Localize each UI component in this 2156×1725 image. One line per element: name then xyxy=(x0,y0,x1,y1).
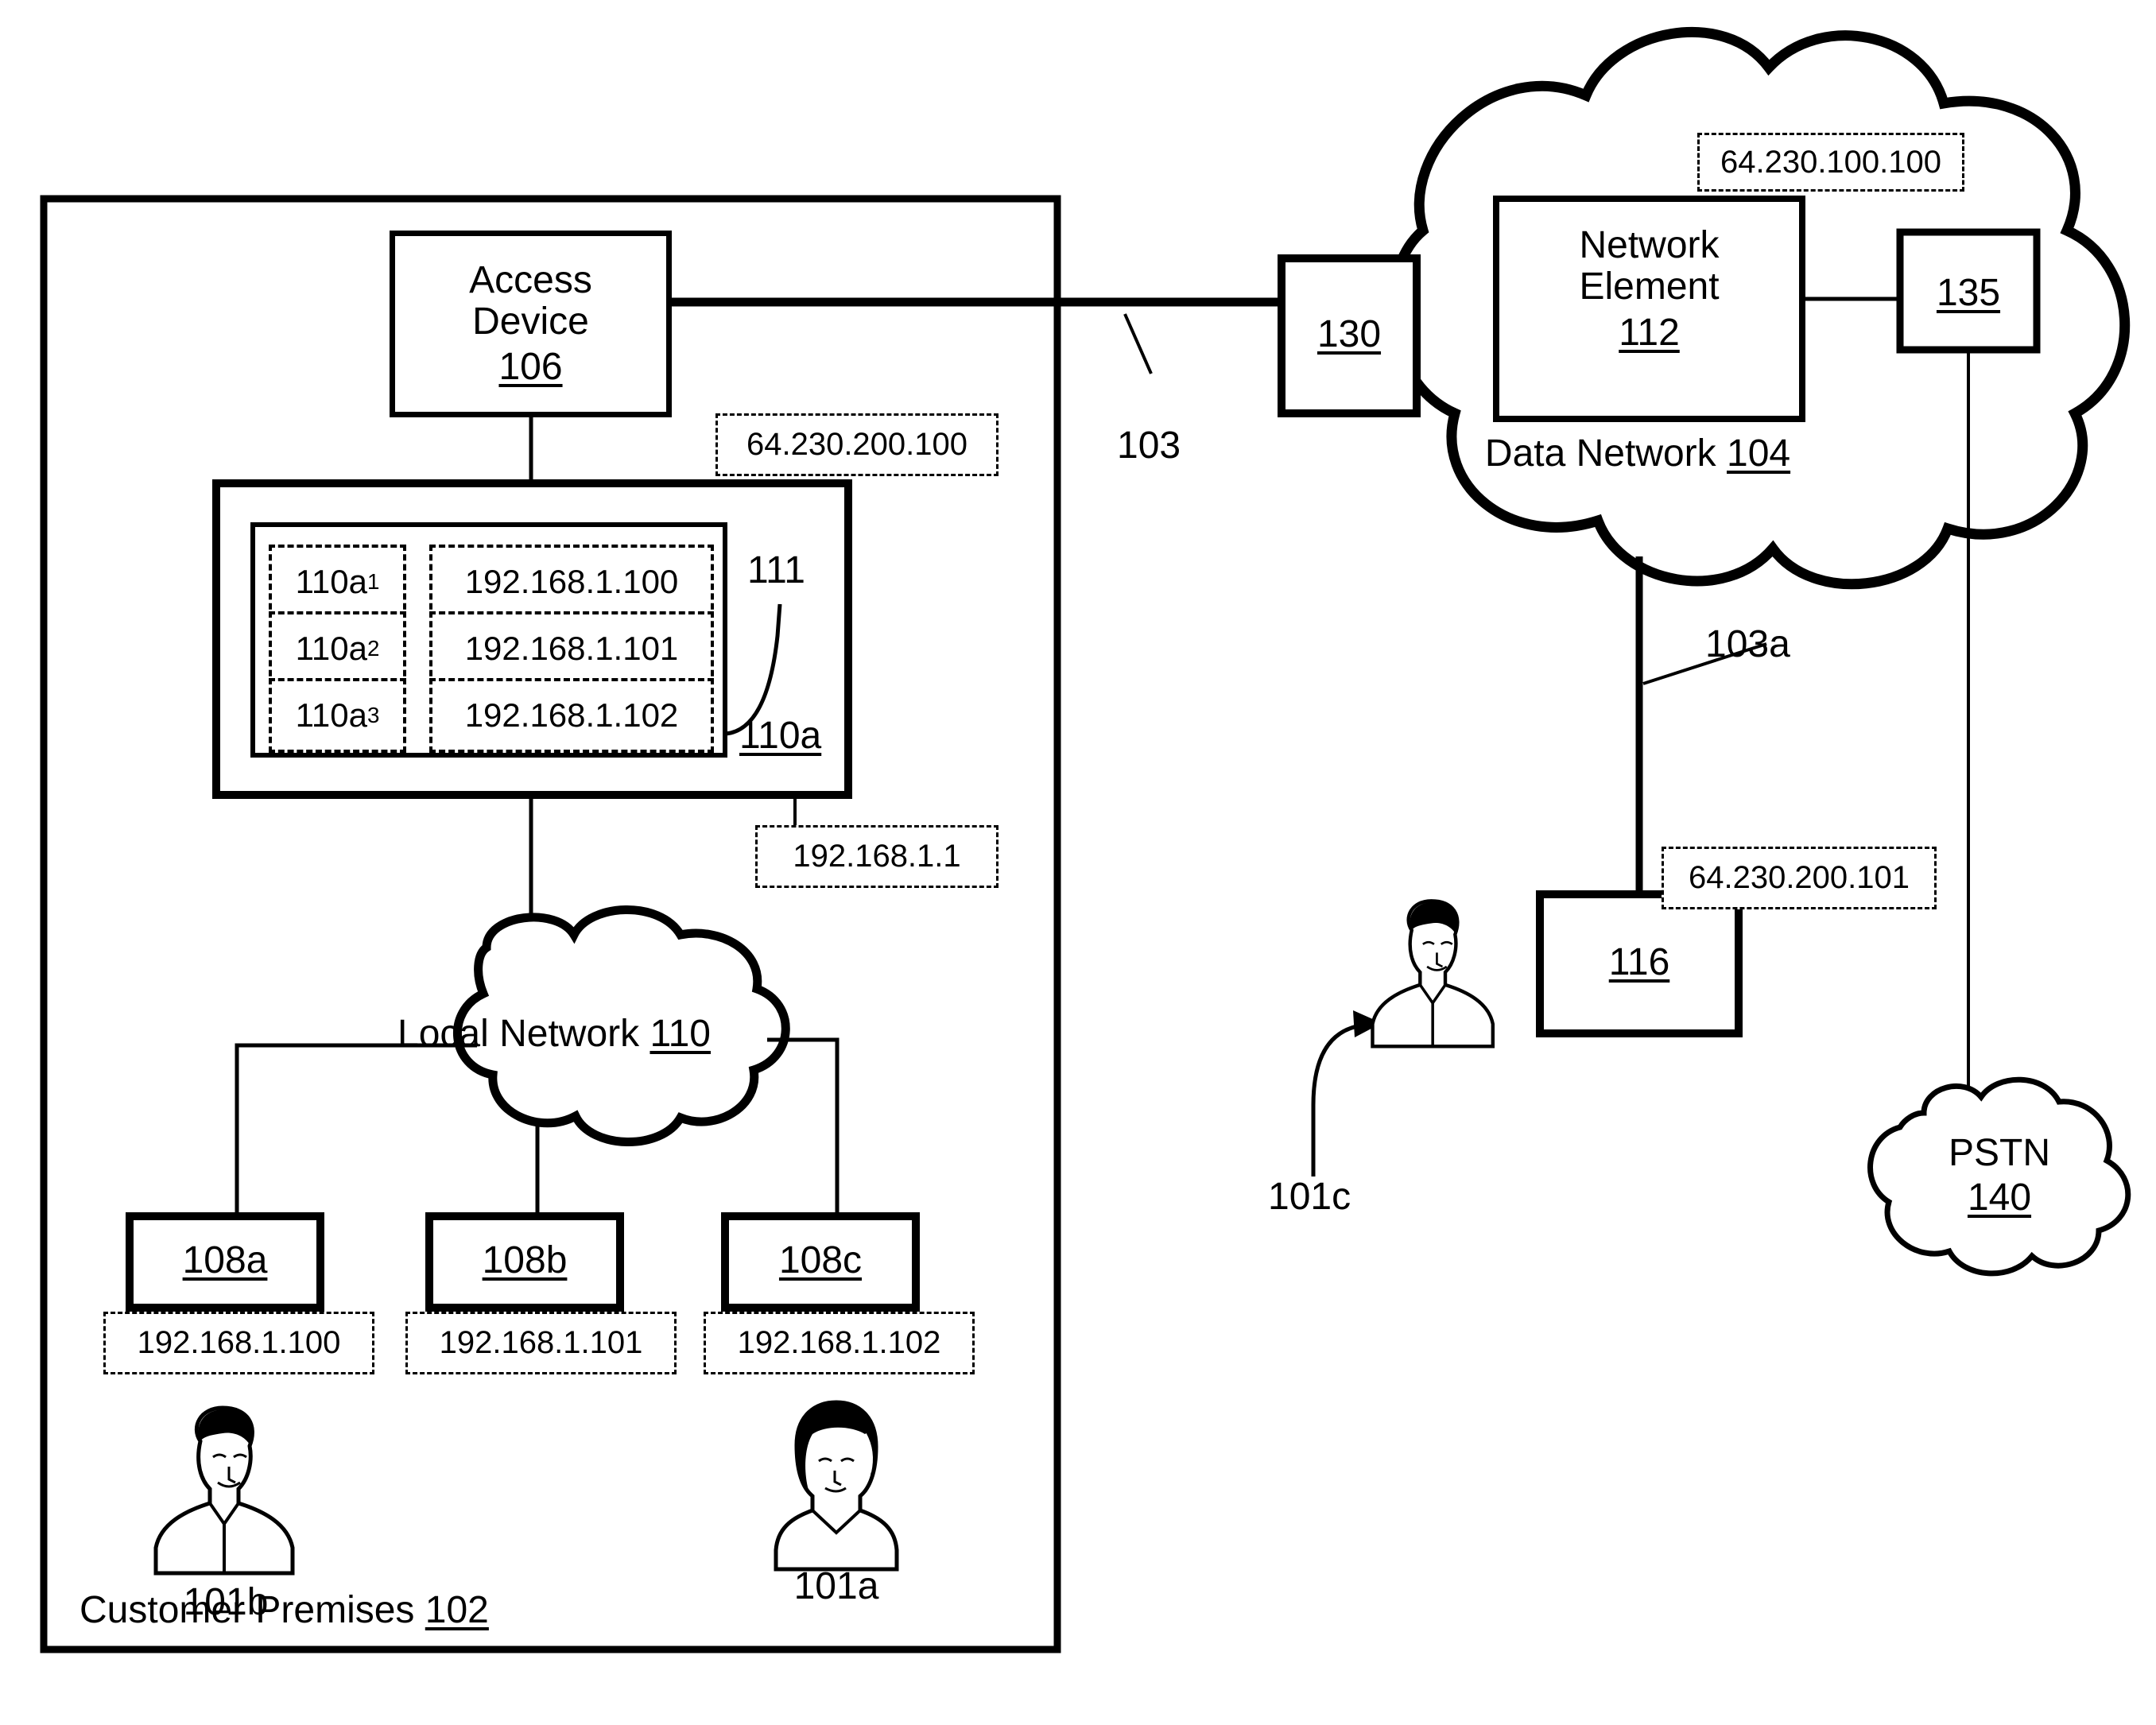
endpoint-108b-ip-callout: 192.168.1.101 xyxy=(405,1312,677,1374)
remote-device-116-ref: 116 xyxy=(1608,941,1670,983)
customer-premises-ref: 102 xyxy=(425,1589,489,1631)
data-network-ref: 104 xyxy=(1727,432,1791,475)
user-101b-avatar xyxy=(153,1405,295,1576)
table-row-2-name: 110a 2 xyxy=(269,611,406,686)
customer-premises-caption: Customer Premises 102 xyxy=(79,1590,489,1631)
endpoint-108c-ref: 108c xyxy=(778,1239,863,1281)
network-element-line2: Element xyxy=(1579,265,1720,308)
access-device-box[interactable]: Access Device 106 xyxy=(390,231,672,417)
pstn-ref: 140 xyxy=(1967,1176,2032,1219)
link-103-leader xyxy=(1123,313,1153,374)
gateway-lan-ip-callout: 192.168.1.1 xyxy=(755,825,999,888)
pstn-label-text: PSTN xyxy=(1948,1132,2050,1174)
user-101c-avatar xyxy=(1371,899,1495,1049)
endpoint-108a-ref: 108a xyxy=(182,1239,268,1281)
data-network-caption: Data Network 104 xyxy=(1485,433,1790,475)
user-101c-ref: 101c xyxy=(1268,1176,1351,1218)
network-element-ip-callout: 64.230.100.100 xyxy=(1697,133,1964,192)
access-link-103-ref: 103 xyxy=(1117,424,1181,467)
table-row-3-ip: 192.168.1.102 xyxy=(429,678,714,753)
edge-node-130-ref: 130 xyxy=(1316,313,1382,355)
endpoint-108c-ip-callout: 192.168.1.102 xyxy=(704,1312,975,1374)
table-row-1-name-subscript: 1 xyxy=(366,569,380,594)
link-103a-ref: 103a xyxy=(1705,623,1790,665)
access-device-wan-ip-callout: 64.230.200.100 xyxy=(715,413,999,476)
table-row-2-name-text: 110a xyxy=(295,630,367,667)
network-element-label: Network Element 112 xyxy=(1496,225,1802,353)
table-ref-111-label: 111 xyxy=(747,549,805,591)
remote-device-ip-callout: 64.230.200.101 xyxy=(1662,847,1937,909)
endpoint-108a-ip-callout: 192.168.1.100 xyxy=(103,1312,374,1374)
network-element-line1: Network xyxy=(1579,224,1720,266)
access-device-ref: 106 xyxy=(498,346,563,389)
local-net-to-108a-line xyxy=(235,1043,477,1216)
network-element-ref: 112 xyxy=(1619,311,1680,354)
local-network-ref: 110 xyxy=(650,1013,711,1055)
patent-figure-canvas: Access Device 106 64.230.200.100 110a 1 1… xyxy=(0,0,2156,1725)
local-network-label-text: Local Network xyxy=(397,1013,640,1055)
table-row-3-name-subscript: 3 xyxy=(366,703,380,727)
user-101a-avatar xyxy=(774,1400,899,1572)
user-101a-ref: 101a xyxy=(793,1565,879,1607)
endpoint-108b-ref: 108b xyxy=(482,1239,568,1281)
gateway-module-ref-label: 110a xyxy=(739,715,822,757)
data-network-caption-text: Data Network xyxy=(1484,432,1716,475)
table-row-3-name: 110a 3 xyxy=(269,678,406,753)
pstn-label: PSTN 140 xyxy=(1936,1133,2063,1219)
local-network-label: Local Network 110 xyxy=(397,1014,711,1055)
local-net-to-108c-line xyxy=(767,1037,840,1216)
gateway-135-ref: 135 xyxy=(1936,272,2001,314)
customer-premises-caption-text: Customer Premises xyxy=(79,1589,415,1631)
access-device-label-line2: Device xyxy=(472,300,589,343)
table-row-2-ip: 192.168.1.101 xyxy=(429,611,714,686)
table-row-2-name-subscript: 2 xyxy=(366,636,380,661)
user-101c-leader xyxy=(1311,1023,1362,1176)
table-row-1-ip: 192.168.1.100 xyxy=(429,545,714,619)
table-row-3-name-text: 110a xyxy=(295,696,367,734)
access-device-label-line1: Access xyxy=(469,258,592,301)
table-row-1-name: 110a 1 xyxy=(269,545,406,619)
table-row-1-name-text: 110a xyxy=(295,563,367,600)
